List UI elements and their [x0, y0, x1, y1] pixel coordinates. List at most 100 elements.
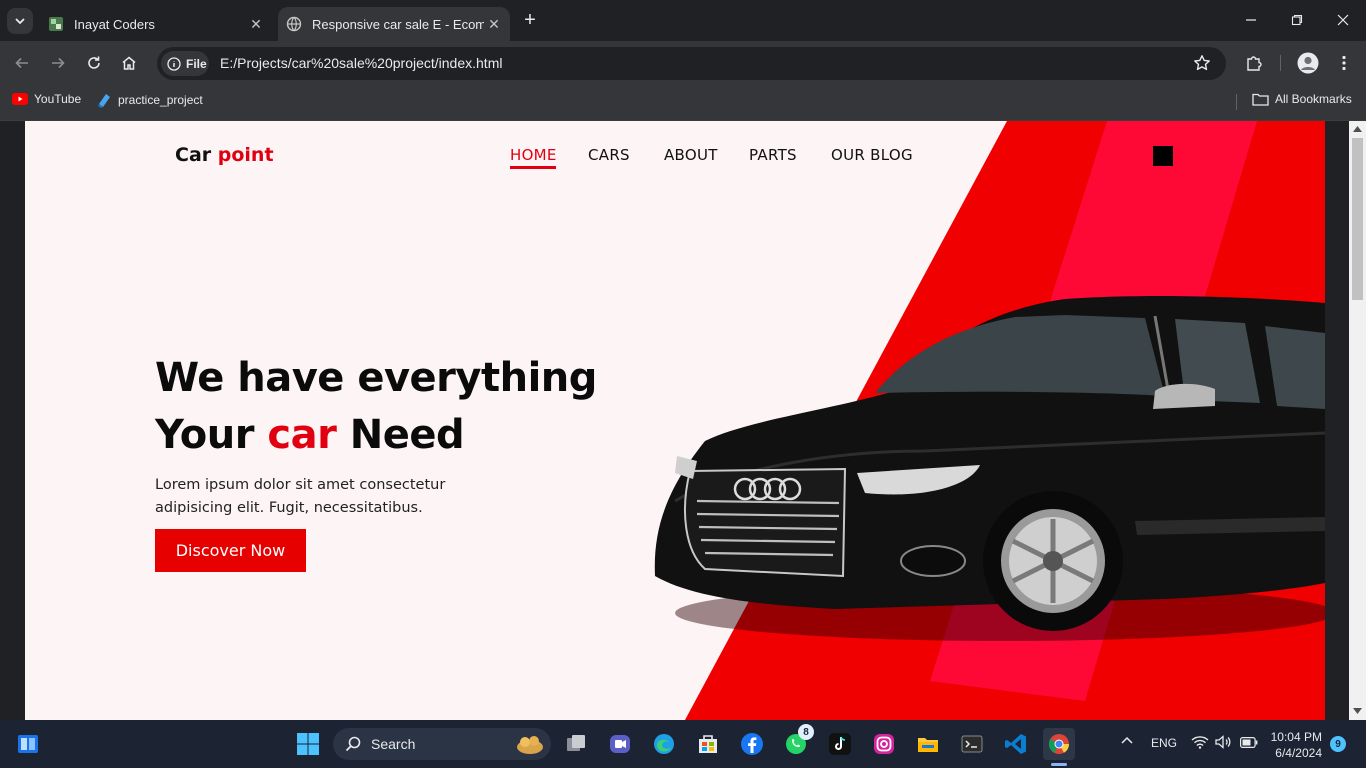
blue-page-icon — [98, 94, 110, 108]
browser-menu-button[interactable] — [1330, 49, 1358, 77]
task-view-button[interactable] — [560, 728, 592, 760]
close-window-button[interactable] — [1320, 0, 1366, 40]
folder-icon — [1252, 93, 1269, 106]
bookmark-label: practice_project — [118, 93, 203, 107]
toolbar-divider — [1280, 55, 1281, 71]
bookmark-youtube[interactable]: YouTube — [12, 92, 81, 106]
minimize-icon — [1246, 19, 1256, 21]
nav-parts[interactable]: PARTS — [749, 146, 797, 164]
taskbar-instagram[interactable] — [868, 728, 900, 760]
chrome-active-indicator — [1051, 763, 1067, 766]
clock-date: 6/4/2024 — [1275, 746, 1322, 760]
tab-title: Inayat Coders — [74, 16, 155, 32]
arrow-right-icon — [52, 57, 65, 69]
taskbar-terminal[interactable] — [956, 728, 988, 760]
close-tab-icon[interactable]: ✕ — [246, 14, 266, 34]
nav-about[interactable]: ABOUT — [664, 146, 718, 164]
browser-toolbar: File E:/Projects/car%20sale%20project/in… — [0, 41, 1366, 85]
bookmark-star-button[interactable] — [1193, 54, 1211, 77]
windows-logo-icon — [297, 733, 319, 755]
widgets-button[interactable] — [12, 728, 44, 760]
chevron-up-icon — [1121, 736, 1133, 744]
scroll-up-arrow-icon[interactable] — [1353, 126, 1362, 132]
scrollbar-thumb[interactable] — [1352, 138, 1363, 300]
taskbar-facebook[interactable] — [736, 728, 768, 760]
nav-cars[interactable]: CARS — [588, 146, 630, 164]
hero-heading-line1: We have everything — [155, 355, 597, 401]
site-info-chip[interactable]: File — [161, 51, 209, 76]
home-button[interactable] — [115, 49, 143, 77]
taskbar-chrome[interactable] — [1043, 728, 1075, 760]
bookmark-practice-project[interactable]: practice_project — [96, 92, 203, 108]
bookmark-label: YouTube — [34, 92, 82, 106]
menu-toggle-button[interactable] — [1153, 146, 1173, 166]
tab-strip: Inayat Coders ✕ Responsive car sale E - … — [0, 0, 1366, 41]
youtube-icon — [12, 93, 28, 105]
arrow-left-icon — [15, 57, 28, 69]
info-icon — [167, 56, 181, 71]
discover-now-button[interactable]: Discover Now — [155, 529, 306, 572]
battery-status[interactable] — [1240, 737, 1258, 751]
close-icon — [1337, 14, 1349, 26]
volume-status[interactable] — [1215, 735, 1233, 752]
system-clock[interactable]: 10:04 PM 6/4/2024 — [1268, 729, 1322, 761]
nav-active-underline — [510, 166, 556, 169]
address-bar[interactable]: File E:/Projects/car%20sale%20project/in… — [157, 47, 1226, 80]
minimize-button[interactable] — [1228, 0, 1274, 40]
widgets-icon — [18, 735, 38, 753]
tab-search-button[interactable] — [7, 8, 33, 34]
wifi-status[interactable] — [1191, 735, 1209, 752]
speaker-icon — [1215, 735, 1231, 749]
star-icon — [1194, 55, 1210, 71]
site-logo[interactable]: Car point — [175, 144, 274, 166]
profile-button[interactable] — [1294, 49, 1322, 77]
tab-inayat-coders[interactable]: Inayat Coders ✕ — [40, 7, 272, 41]
hero-heading-your: Your — [155, 412, 254, 458]
logo-main: Car — [175, 144, 212, 166]
taskbar-vscode[interactable] — [1000, 728, 1032, 760]
black-sedan-image — [654, 296, 1325, 641]
back-button[interactable] — [8, 49, 36, 77]
terminal-icon — [961, 735, 983, 753]
tiktok-icon — [829, 733, 851, 755]
restore-button[interactable] — [1274, 0, 1320, 40]
all-bookmarks-button[interactable]: All Bookmarks — [1252, 92, 1352, 106]
search-label: Search — [371, 736, 416, 752]
new-tab-button[interactable]: + — [519, 9, 541, 31]
taskbar-edge[interactable] — [648, 728, 680, 760]
vscode-icon — [1005, 734, 1026, 754]
taskbar-chat-app[interactable] — [604, 728, 636, 760]
instagram-icon — [874, 734, 894, 754]
url-text[interactable]: E:/Projects/car%20sale%20project/index.h… — [220, 55, 502, 71]
hero-heading-car: car — [267, 412, 337, 458]
tab-car-sale[interactable]: Responsive car sale E - Ecomme ✕ — [278, 7, 510, 41]
taskbar-search[interactable]: Search — [333, 728, 551, 760]
show-hidden-icons-button[interactable] — [1120, 734, 1134, 751]
puzzle-icon — [1247, 56, 1262, 71]
taskbar-tiktok[interactable] — [824, 728, 856, 760]
hero-description: Lorem ipsum dolor sit amet consectetur a… — [155, 477, 446, 516]
nav-our-blog[interactable]: OUR BLOG — [831, 146, 913, 164]
windows-taskbar: Search 8 ENG 10:04 PM 6/4/2024 9 — [0, 720, 1366, 768]
notification-badge[interactable]: 9 — [1330, 736, 1346, 752]
avatar — [1297, 52, 1319, 74]
restore-icon — [1291, 14, 1303, 26]
store-icon — [699, 735, 717, 753]
page-scrollbar[interactable] — [1349, 121, 1366, 720]
taskbar-file-explorer[interactable] — [912, 728, 944, 760]
start-button[interactable] — [292, 728, 324, 760]
forward-button[interactable] — [44, 49, 72, 77]
extensions-button[interactable] — [1240, 49, 1268, 77]
language-indicator[interactable]: ENG — [1151, 736, 1177, 750]
taskbar-whatsapp[interactable]: 8 — [780, 724, 814, 760]
taskbar-store[interactable] — [692, 728, 724, 760]
hero-heading-line2: Your car Need — [155, 412, 465, 458]
nav-home[interactable]: HOME — [510, 146, 557, 164]
site-favicon-icon — [49, 17, 63, 31]
tab-title: Responsive car sale E - Ecomme — [312, 16, 484, 32]
close-tab-icon[interactable]: ✕ — [484, 14, 504, 34]
scroll-down-arrow-icon[interactable] — [1353, 708, 1362, 714]
reload-button[interactable] — [80, 49, 108, 77]
bookmarks-bar: YouTube practice_project All Bookmarks — [0, 85, 1366, 121]
home-icon — [122, 56, 136, 70]
